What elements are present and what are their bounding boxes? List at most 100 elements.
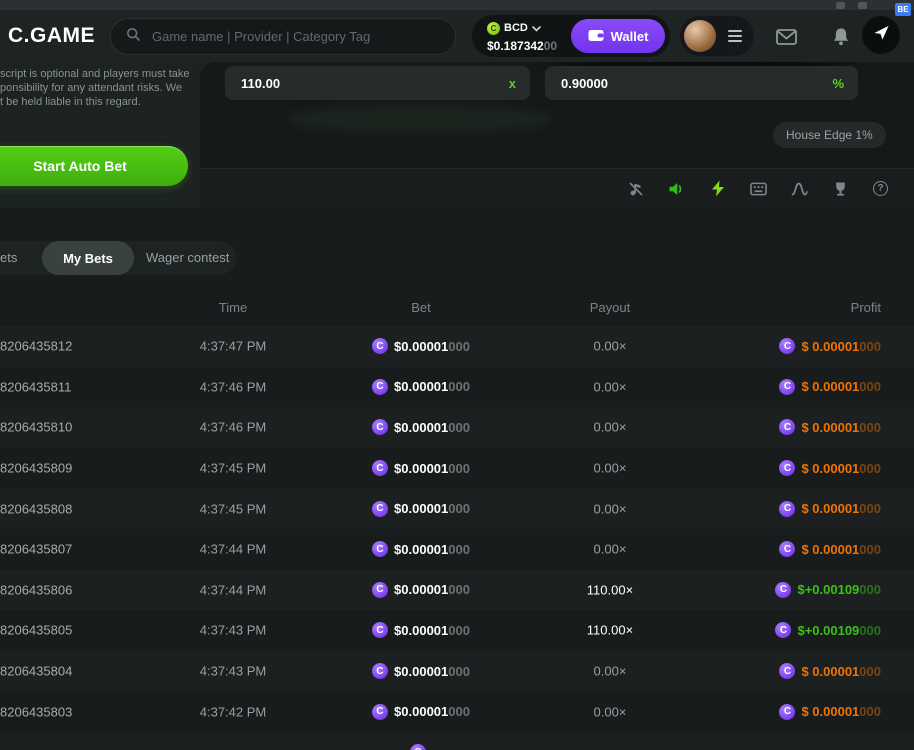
bet-profit: C $ 0.00001000 <box>779 541 881 557</box>
bcd-coin-icon: C <box>372 622 388 638</box>
column-header-payout: Payout <box>550 300 670 315</box>
table-row[interactable]: 8206435811 4:37:46 PM C $0.00001000 0.00… <box>0 367 914 408</box>
bcd-coin-icon: C <box>487 22 500 35</box>
table-row[interactable]: 8206435803 4:37:42 PM C $0.00001000 0.00… <box>0 691 914 732</box>
game-area: script is optional and players must take… <box>0 62 914 208</box>
table-row[interactable]: 8206435804 4:37:43 PM C $0.00001000 0.00… <box>0 651 914 692</box>
live-stats-icon[interactable] <box>791 180 808 197</box>
bet-amount: C $0.00001000 <box>341 419 501 435</box>
turbo-bet-icon[interactable] <box>709 180 726 197</box>
bet-amount: C $0.00001000 <box>341 379 501 395</box>
bet-amount: C $0.00001000 <box>341 460 501 476</box>
house-edge-badge: House Edge 1% <box>773 122 886 148</box>
bet-time: 4:37:44 PM <box>173 542 293 557</box>
table-row[interactable]: 8206435808 4:37:45 PM C $0.00001000 0.00… <box>0 488 914 529</box>
bet-id: 8206435812 <box>0 339 72 354</box>
win-chance-field[interactable]: % <box>545 66 858 100</box>
messages-button[interactable] <box>776 29 797 48</box>
table-row[interactable]: 8206435812 4:37:47 PM C $0.00001000 0.00… <box>0 326 914 367</box>
bet-profit: C $ 0.00001000 <box>779 379 881 395</box>
bets-table-body: 8206435812 4:37:47 PM C $0.00001000 0.00… <box>0 326 914 750</box>
extension-icon[interactable] <box>836 2 845 9</box>
bet-id: 8206435804 <box>0 664 72 679</box>
bet-id: 8206435808 <box>0 501 72 516</box>
bcd-coin-icon: C <box>775 622 791 638</box>
paper-plane-icon <box>873 24 890 46</box>
bcd-coin-icon: C <box>372 663 388 679</box>
site-logo[interactable]: C.GAME <box>8 24 95 48</box>
bets-section: ets My Bets Wager contest Time Bet Payou… <box>0 208 914 750</box>
browser-edge-strip <box>0 0 914 10</box>
bcd-coin-icon: C <box>372 582 388 598</box>
bet-amount: C $0.00001000 <box>341 582 501 598</box>
table-row[interactable]: C C <box>0 732 914 750</box>
user-avatar[interactable] <box>684 20 716 52</box>
bet-id: 8206435806 <box>0 582 72 597</box>
bet-amount: C $0.00001000 <box>341 663 501 679</box>
sound-on-icon[interactable] <box>668 180 685 197</box>
bet-amount: C <box>341 744 501 750</box>
wallet-button[interactable]: Wallet <box>571 19 665 53</box>
bet-payout: 0.00× <box>550 704 670 719</box>
bcd-coin-icon: C <box>775 582 791 598</box>
bet-amount: C $0.00001000 <box>341 501 501 517</box>
bet-payout: 0.00× <box>550 542 670 557</box>
bcd-coin-icon: C <box>372 338 388 354</box>
tab-all-bets[interactable]: ets <box>0 250 17 265</box>
tab-wager-contest[interactable]: Wager contest <box>146 250 229 265</box>
hotkeys-icon[interactable] <box>750 180 767 197</box>
column-header-bet: Bet <box>341 300 501 315</box>
game-search-bar[interactable] <box>110 18 456 55</box>
browser-extension-badge[interactable]: BE <box>895 3 911 16</box>
table-row[interactable]: 8206435805 4:37:43 PM C $0.00001000 110.… <box>0 610 914 651</box>
bet-time: 4:37:43 PM <box>173 623 293 638</box>
extension-icon[interactable] <box>858 2 867 9</box>
autobet-disclaimer: script is optional and players must take… <box>0 67 196 109</box>
bet-payout: 110.00× <box>550 623 670 638</box>
bet-payout: 0.00× <box>550 664 670 679</box>
chevron-down-icon <box>532 19 541 37</box>
game-canvas-panel: x % House Edge 1% <box>200 62 914 208</box>
start-auto-bet-button[interactable]: Start Auto Bet <box>0 146 188 186</box>
search-input[interactable] <box>150 28 441 45</box>
notifications-button[interactable] <box>832 27 850 49</box>
bcd-coin-icon: C <box>779 541 795 557</box>
tab-my-bets[interactable]: My Bets <box>42 241 134 275</box>
payout-field[interactable]: x <box>225 66 530 100</box>
bet-time: 4:37:47 PM <box>173 339 293 354</box>
bet-id: 8206435809 <box>0 461 72 476</box>
table-row[interactable]: 8206435810 4:37:46 PM C $0.00001000 0.00… <box>0 407 914 448</box>
bet-time: 4:37:42 PM <box>173 704 293 719</box>
trophy-icon[interactable] <box>832 180 849 197</box>
music-off-icon[interactable] <box>627 180 644 197</box>
envelope-icon <box>776 33 797 48</box>
currency-code: BCD <box>504 22 528 34</box>
bet-profit: C $+0.00109000 <box>775 622 881 638</box>
bet-id: 8206435803 <box>0 704 72 719</box>
bcd-coin-icon: C <box>779 379 795 395</box>
currency-selector[interactable]: C BCD $0.18734200 <box>487 19 557 53</box>
bet-payout: 0.00× <box>550 339 670 354</box>
bcd-coin-icon: C <box>372 704 388 720</box>
payout-input[interactable] <box>239 75 439 92</box>
table-row[interactable]: 8206435807 4:37:44 PM C $0.00001000 0.00… <box>0 529 914 570</box>
wallet-icon <box>588 28 604 45</box>
bcd-coin-icon: C <box>779 338 795 354</box>
bcd-coin-icon: C <box>779 663 795 679</box>
bet-profit: C $ 0.00001000 <box>779 704 881 720</box>
help-icon[interactable]: ? <box>873 181 888 196</box>
bet-profit: C $+0.00109000 <box>775 582 881 598</box>
balance-wallet-group: C BCD $0.18734200 Wallet <box>472 15 670 57</box>
bet-payout: 110.00× <box>550 582 670 597</box>
autobet-panel: script is optional and players must take… <box>0 62 200 208</box>
bcd-coin-icon: C <box>372 419 388 435</box>
bets-table-header: Time Bet Payout Profit <box>0 300 914 316</box>
profile-menu[interactable] <box>680 16 754 56</box>
bet-amount: C $0.00001000 <box>341 622 501 638</box>
win-chance-input[interactable] <box>559 75 759 92</box>
table-row[interactable]: 8206435806 4:37:44 PM C $0.00001000 110.… <box>0 570 914 611</box>
column-header-time: Time <box>173 300 293 315</box>
bet-payout: 0.00× <box>550 501 670 516</box>
support-button[interactable] <box>862 16 900 54</box>
table-row[interactable]: 8206435809 4:37:45 PM C $0.00001000 0.00… <box>0 448 914 489</box>
